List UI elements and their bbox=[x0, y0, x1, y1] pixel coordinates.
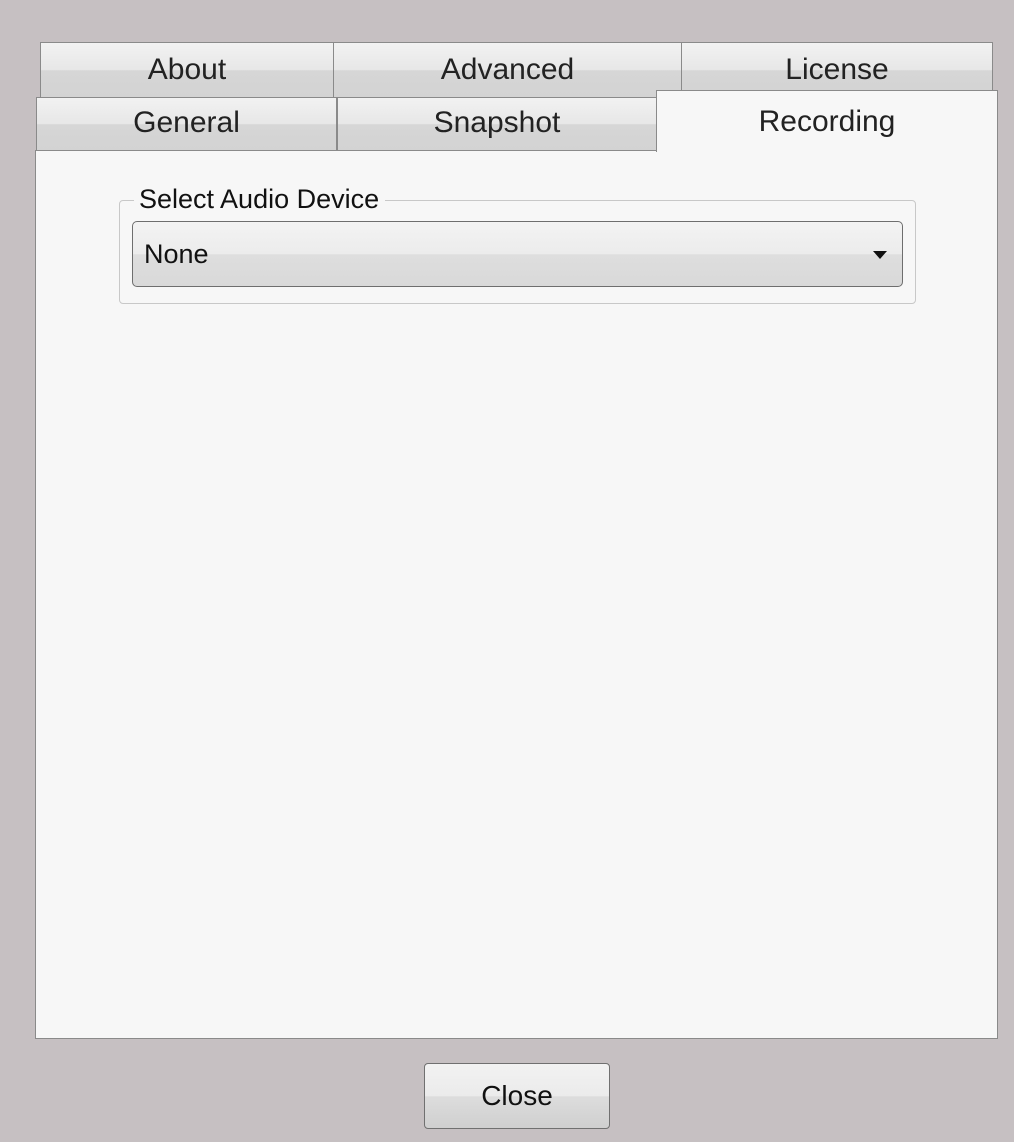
close-button[interactable]: Close bbox=[424, 1063, 610, 1129]
tab-about[interactable]: About bbox=[40, 42, 334, 98]
tab-snapshot[interactable]: Snapshot bbox=[337, 97, 657, 151]
audio-device-groupbox: Select Audio Device None bbox=[119, 179, 916, 304]
tab-license-label: License bbox=[785, 53, 889, 86]
recording-panel: Select Audio Device None bbox=[35, 150, 998, 1039]
tab-general[interactable]: General bbox=[36, 97, 337, 151]
tab-snapshot-label: Snapshot bbox=[433, 106, 561, 139]
tab-general-label: General bbox=[133, 106, 240, 139]
chevron-down-icon bbox=[873, 251, 887, 259]
tab-recording-label: Recording bbox=[758, 105, 896, 138]
audio-device-selected-value: None bbox=[144, 239, 209, 269]
tab-advanced[interactable]: Advanced bbox=[333, 42, 682, 98]
tab-about-label: About bbox=[147, 53, 227, 86]
audio-device-group-title: Select Audio Device bbox=[134, 179, 386, 219]
tab-recording[interactable]: Recording bbox=[656, 90, 998, 152]
tab-advanced-label: Advanced bbox=[440, 53, 575, 86]
audio-device-dropdown[interactable]: None bbox=[132, 221, 903, 287]
